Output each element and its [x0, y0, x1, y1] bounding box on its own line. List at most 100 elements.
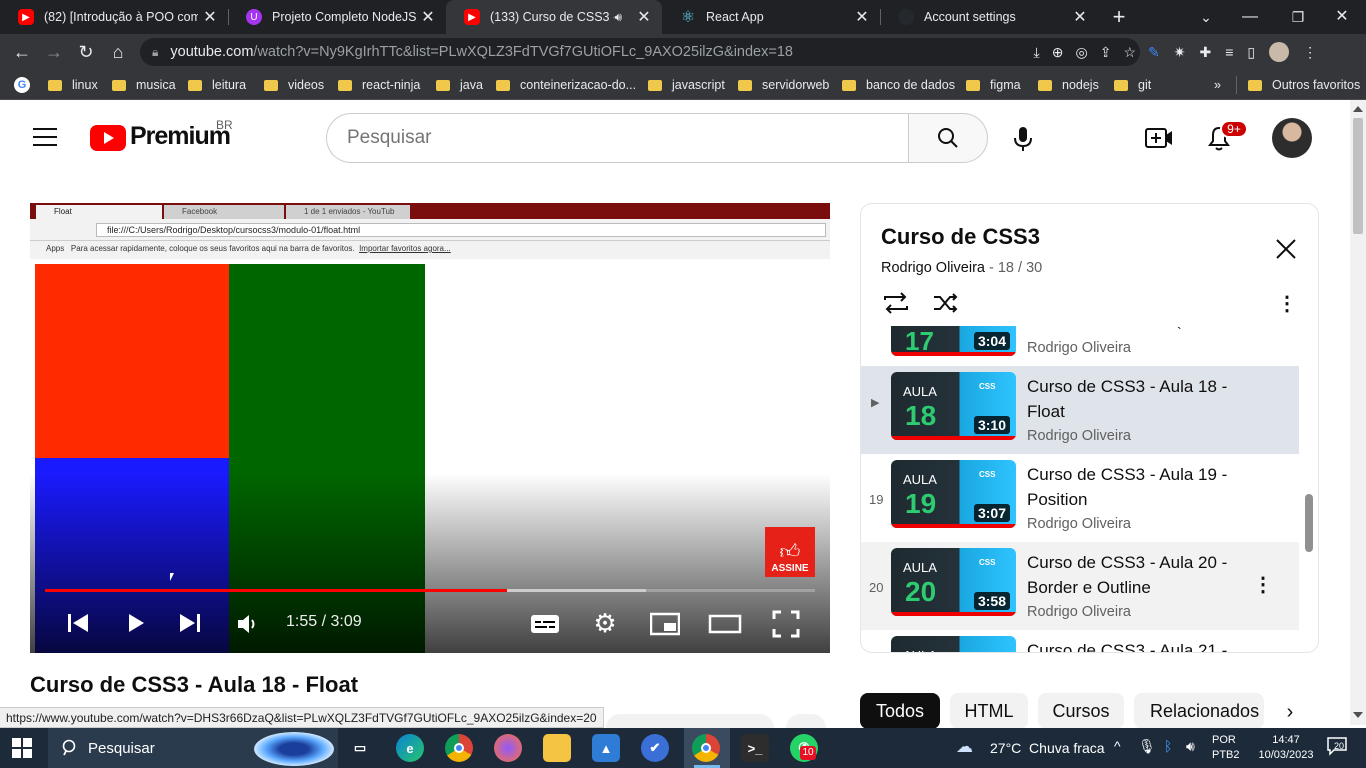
forward-icon[interactable]: → — [42, 40, 66, 64]
windows-start-icon[interactable] — [12, 738, 32, 758]
input-language[interactable]: POR PTB2 — [1212, 733, 1240, 763]
file-explorer-icon[interactable] — [543, 734, 571, 762]
weather-cloud-icon[interactable]: ☁ — [956, 737, 984, 757]
video-thumbnail[interactable]: AULA 20 CSS 3:58 — [891, 548, 1016, 616]
bookmark-react-ninja[interactable]: react-ninja — [338, 70, 420, 100]
chip-html[interactable]: HTML — [950, 693, 1028, 729]
volume-icon[interactable] — [236, 613, 260, 635]
bluetooth-icon[interactable]: ᛒ — [1164, 738, 1172, 754]
edge-icon[interactable]: e — [396, 734, 424, 762]
bookmark-star-icon[interactable]: ☆ — [1123, 44, 1136, 61]
page-scrollbar[interactable] — [1350, 100, 1366, 725]
playlist-author[interactable]: Rodrigo Oliveira — [881, 260, 985, 276]
bookmark-java[interactable]: java — [436, 70, 483, 100]
close-tab-icon[interactable]: ✕ — [416, 7, 440, 27]
theater-mode-icon[interactable] — [708, 613, 742, 635]
weather-text[interactable]: 27°C Chuva fraca — [990, 740, 1105, 756]
google-icon[interactable]: G — [14, 70, 30, 100]
browser-tab-2[interactable]: U Projeto Completo NodeJS, R ✕ — [228, 0, 446, 34]
subtitles-icon[interactable] — [530, 613, 560, 635]
next-icon[interactable] — [178, 611, 202, 635]
bookmark-servidorweb[interactable]: servidorweb — [738, 70, 829, 100]
playlist-scrollbar-thumb[interactable] — [1305, 494, 1313, 552]
microphone-tray-icon[interactable]: 🎙︎ — [1138, 738, 1156, 755]
install-icon[interactable]: ⤓ — [1034, 44, 1040, 61]
profile-avatar[interactable] — [1269, 42, 1290, 62]
zoom-icon[interactable]: ⊕ — [1052, 44, 1064, 61]
video-item-author[interactable]: Rodrigo Oliveira — [1027, 428, 1131, 444]
browser-tab-5[interactable]: Account settings ✕ — [880, 0, 1098, 34]
close-tab-icon[interactable]: ✕ — [1068, 7, 1092, 27]
playlist-item-current[interactable]: ▶ AULA 18 CSS 3:10 Curso de CSS3 - Aula … — [861, 366, 1299, 454]
playlist-item[interactable]: 19 AULA 19 CSS 3:07 Curso de CSS3 - Aula… — [861, 454, 1299, 542]
hamburger-menu-icon[interactable] — [33, 128, 57, 148]
extension-pen-icon[interactable]: ✎ — [1148, 44, 1160, 61]
settings-gear-icon[interactable]: ⚙ — [592, 610, 618, 636]
video-thumbnail[interactable]: AULA — [891, 636, 1016, 652]
bookmark-linux[interactable]: linux — [48, 70, 98, 100]
account-avatar[interactable] — [1272, 118, 1312, 158]
reload-icon[interactable]: ↻ — [74, 40, 98, 64]
volume-tray-icon[interactable]: 🔊︎ — [1186, 738, 1195, 755]
speaker-icon[interactable]: 🔊︎ — [614, 10, 622, 25]
close-tab-icon[interactable]: ✕ — [632, 7, 656, 27]
miniplayer-icon[interactable] — [649, 612, 681, 636]
close-tab-icon[interactable]: ✕ — [198, 7, 222, 27]
playlist-title[interactable]: Curso de CSS3 — [881, 224, 1040, 250]
chip-cursos[interactable]: Cursos — [1038, 693, 1124, 729]
search-input[interactable]: Pesquisar — [326, 113, 909, 163]
media-control-icon[interactable]: ≡ — [1225, 44, 1233, 60]
new-tab-icon[interactable]: + — [1106, 5, 1132, 29]
play-icon[interactable] — [124, 611, 148, 635]
browser-tab-active[interactable]: ▶ (133) Curso de CSS3 - Au 🔊︎ ✕ — [446, 0, 662, 34]
clock[interactable]: 14:47 10/03/2023 — [1254, 733, 1318, 763]
chip-relacionados[interactable]: Relacionados — [1134, 693, 1264, 729]
fullscreen-icon[interactable] — [772, 610, 800, 638]
eye-off-icon[interactable]: ◎ — [1075, 44, 1087, 61]
task-view-icon[interactable]: ▭ — [346, 734, 374, 762]
video-thumbnail[interactable]: AULA 19 CSS 3:07 — [891, 460, 1016, 528]
bookmark-musica[interactable]: musica — [112, 70, 176, 100]
back-icon[interactable]: ← — [10, 40, 34, 64]
playlist-item[interactable]: 17 3:04 ` Rodrigo Oliveira — [861, 326, 1299, 366]
close-tab-icon[interactable]: ✕ — [850, 7, 874, 27]
browser-tab-4[interactable]: ⚛ React App ✕ — [662, 0, 880, 34]
bookmarks-overflow-button[interactable]: » — [1214, 70, 1221, 100]
bookmark-javascript[interactable]: javascript — [648, 70, 725, 100]
microphone-icon[interactable] — [1010, 125, 1036, 153]
bookmark-git[interactable]: git — [1114, 70, 1151, 100]
video-item-author[interactable]: Rodrigo Oliveira — [1027, 604, 1131, 620]
bookmark-banco-de-dados[interactable]: banco de dados — [842, 70, 955, 100]
bookmark-leitura[interactable]: leitura — [188, 70, 246, 100]
bookmark-conteinerizacao[interactable]: conteinerizacao-do... — [496, 70, 636, 100]
chrome-active-icon[interactable] — [692, 734, 720, 762]
bookmark-nodejs[interactable]: nodejs — [1038, 70, 1099, 100]
youtube-logo-text[interactable]: Premium — [130, 122, 231, 151]
scroll-up-icon[interactable] — [1353, 106, 1363, 112]
home-icon[interactable]: ⌂ — [106, 40, 130, 64]
youtube-logo-icon[interactable] — [90, 125, 126, 151]
chrome-menu-icon[interactable]: ⋮ — [1303, 44, 1317, 61]
video-thumbnail[interactable]: 17 3:04 — [891, 326, 1016, 356]
close-playlist-icon[interactable] — [1275, 238, 1297, 260]
create-video-icon[interactable] — [1144, 126, 1174, 150]
side-panel-icon[interactable]: ▯ — [1247, 44, 1255, 61]
subscribe-watermark[interactable]: 👍︎ ASSINE — [765, 527, 815, 577]
bookmark-videos[interactable]: videos — [264, 70, 324, 100]
chevron-right-icon[interactable]: › — [1270, 693, 1310, 729]
loop-icon[interactable] — [881, 290, 911, 316]
bookmark-other[interactable]: Outros favoritos — [1248, 70, 1360, 100]
playlist-item[interactable]: AULA Curso de CSS3 - Aula 21 - — [861, 630, 1299, 652]
firefox-icon[interactable] — [494, 734, 522, 762]
video-item-author[interactable]: Rodrigo Oliveira — [1027, 340, 1131, 356]
partial-button[interactable] — [606, 714, 774, 728]
tab-search-icon[interactable]: ⌄ — [1196, 5, 1216, 29]
close-window-icon[interactable]: ✕ — [1330, 5, 1354, 29]
taskbar-search[interactable]: Pesquisar — [48, 728, 338, 768]
bookmark-figma[interactable]: figma — [966, 70, 1021, 100]
progress-track[interactable] — [45, 589, 815, 592]
search-button[interactable] — [908, 113, 988, 163]
restore-icon[interactable]: ❐ — [1286, 5, 1310, 29]
video-thumbnail[interactable]: AULA 18 CSS 3:10 — [891, 372, 1016, 440]
playlist-more-icon[interactable]: ⋮ — [1277, 292, 1297, 316]
